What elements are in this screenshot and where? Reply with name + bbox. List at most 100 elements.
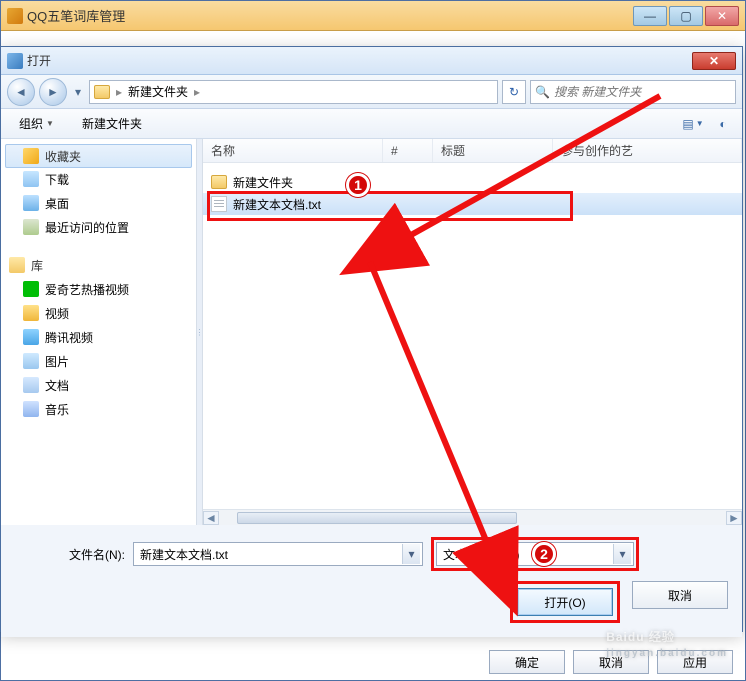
music-label: 音乐 (45, 401, 69, 418)
col-title[interactable]: 标题 (433, 139, 553, 162)
video-icon (23, 305, 39, 321)
scroll-left-arrow[interactable]: ◄ (203, 511, 219, 525)
filename-combo[interactable]: ▾ (133, 542, 423, 566)
documents-label: 文档 (45, 377, 69, 394)
desktop-label: 桌面 (45, 195, 69, 212)
pictures-label: 图片 (45, 353, 69, 370)
window-controls: — ▢ ✕ (633, 6, 739, 26)
library-label: 库 (31, 257, 43, 274)
sidebar-favorites[interactable]: 收藏夹 (5, 144, 192, 168)
file-list-header: 名称 # 标题 参与创作的艺 (203, 139, 742, 163)
scroll-right-arrow[interactable]: ► (726, 511, 742, 525)
nav-forward-button[interactable]: ► (39, 78, 67, 106)
file-name: 新建文本文档.txt (233, 196, 321, 213)
tree: 收藏夹 下载 桌面 最近访问的位置 库 (1, 139, 196, 427)
folder-name: 新建文件夹 (233, 174, 293, 191)
documents-icon (23, 377, 39, 393)
help-button[interactable]: ◐ (712, 113, 734, 135)
horizontal-scrollbar[interactable]: ◄ ► (203, 509, 742, 525)
pictures-icon (23, 353, 39, 369)
dialog-icon (7, 53, 23, 69)
sidebar-recent[interactable]: 最近访问的位置 (1, 215, 196, 239)
sidebar-tencent-video[interactable]: 腾讯视频 (1, 325, 196, 349)
breadcrumb-sep: ▸ (116, 85, 122, 99)
view-mode-button[interactable]: ▤▼ (682, 113, 704, 135)
sidebar-pictures[interactable]: 图片 (1, 349, 196, 373)
music-icon (23, 401, 39, 417)
downloads-label: 下载 (45, 171, 69, 188)
parent-titlebar: QQ五笔词库管理 — ▢ ✕ (1, 1, 745, 31)
cancel-button[interactable]: 取消 (632, 581, 728, 609)
col-num[interactable]: # (383, 139, 433, 162)
maximize-button[interactable]: ▢ (669, 6, 703, 26)
nav-history-dropdown[interactable]: ▾ (71, 81, 85, 103)
toolbar: 组织 ▼ 新建文件夹 ▤▼ ◐ (1, 109, 742, 139)
new-folder-button[interactable]: 新建文件夹 (72, 112, 152, 135)
filename-dropdown[interactable]: ▾ (402, 544, 420, 564)
video-label: 视频 (45, 305, 69, 322)
parent-footer: 确定 取消 应用 (489, 650, 733, 674)
library-icon (9, 257, 25, 273)
refresh-button[interactable]: ↻ (502, 80, 526, 104)
file-list: 名称 # 标题 参与创作的艺 新建文件夹 新建文本文档.txt ◄ ► (203, 139, 742, 525)
recent-icon (23, 219, 39, 235)
search-icon: 🔍 (535, 85, 550, 99)
search-box[interactable]: 🔍 (530, 80, 736, 104)
dialog-title: 打开 (27, 52, 692, 69)
open-button[interactable]: 打开(O) (517, 588, 613, 616)
parent-apply-button[interactable]: 应用 (657, 650, 733, 674)
annotation-box-open: 打开(O) (510, 581, 620, 623)
close-button[interactable]: ✕ (705, 6, 739, 26)
desktop-icon (23, 195, 39, 211)
sidebar-library[interactable]: 库 (1, 253, 196, 277)
breadcrumb[interactable]: ▸ 新建文件夹 ▸ (89, 80, 498, 104)
annotation-box-2: 文本文件(*.txt) ▾ (431, 537, 639, 571)
col-artists[interactable]: 参与创作的艺 (553, 139, 742, 162)
dialog-close-button[interactable]: ✕ (692, 52, 736, 70)
app-icon (7, 8, 23, 24)
folder-icon (211, 175, 227, 189)
sidebar: 收藏夹 下载 桌面 最近访问的位置 库 (1, 139, 197, 525)
parent-ok-button[interactable]: 确定 (489, 650, 565, 674)
recent-label: 最近访问的位置 (45, 219, 129, 236)
new-folder-label: 新建文件夹 (82, 115, 142, 132)
open-dialog: 打开 ✕ ◄ ► ▾ ▸ 新建文件夹 ▸ ↻ 🔍 组织 ▼ 新建文件夹 ▤▼ ◐ (0, 46, 743, 632)
col-name[interactable]: 名称 (203, 139, 383, 162)
scroll-thumb[interactable] (237, 512, 517, 524)
star-icon (23, 148, 39, 164)
filetype-value: 文本文件(*.txt) (443, 546, 613, 563)
sidebar-desktop[interactable]: 桌面 (1, 191, 196, 215)
tencent-video-icon (23, 329, 39, 345)
sidebar-iqiyi[interactable]: 爱奇艺热播视频 (1, 277, 196, 301)
nav-back-button[interactable]: ◄ (7, 78, 35, 106)
organize-menu[interactable]: 组织 ▼ (9, 112, 64, 135)
favorites-label: 收藏夹 (45, 148, 81, 165)
dialog-titlebar: 打开 ✕ (1, 47, 742, 75)
minimize-button[interactable]: — (633, 6, 667, 26)
search-input[interactable] (554, 85, 731, 99)
iqiyi-label: 爱奇艺热播视频 (45, 281, 129, 298)
text-file-icon (211, 196, 227, 212)
file-row-txt[interactable]: 新建文本文档.txt (203, 193, 742, 215)
parent-title: QQ五笔词库管理 (27, 6, 633, 25)
sidebar-video[interactable]: 视频 (1, 301, 196, 325)
breadcrumb-sep: ▸ (194, 85, 200, 99)
filename-input[interactable] (140, 547, 402, 561)
parent-cancel-button[interactable]: 取消 (573, 650, 649, 674)
breadcrumb-folder[interactable]: 新建文件夹 (128, 83, 188, 100)
split-pane: 收藏夹 下载 桌面 最近访问的位置 库 (1, 139, 742, 525)
iqiyi-icon (23, 281, 39, 297)
dialog-bottom: 文件名(N): ▾ 文本文件(*.txt) ▾ 打开(O) 取消 (1, 525, 742, 637)
filetype-combo[interactable]: 文本文件(*.txt) ▾ (436, 542, 634, 566)
file-row-folder[interactable]: 新建文件夹 (203, 171, 742, 193)
organize-label: 组织 (19, 115, 43, 132)
nav-row: ◄ ► ▾ ▸ 新建文件夹 ▸ ↻ 🔍 (1, 75, 742, 109)
tvideo-label: 腾讯视频 (45, 329, 93, 346)
sidebar-music[interactable]: 音乐 (1, 397, 196, 421)
download-icon (23, 171, 39, 187)
sidebar-downloads[interactable]: 下载 (1, 167, 196, 191)
filetype-dropdown[interactable]: ▾ (613, 544, 631, 564)
filename-label: 文件名(N): (15, 546, 125, 563)
folder-icon (94, 85, 110, 99)
sidebar-documents[interactable]: 文档 (1, 373, 196, 397)
